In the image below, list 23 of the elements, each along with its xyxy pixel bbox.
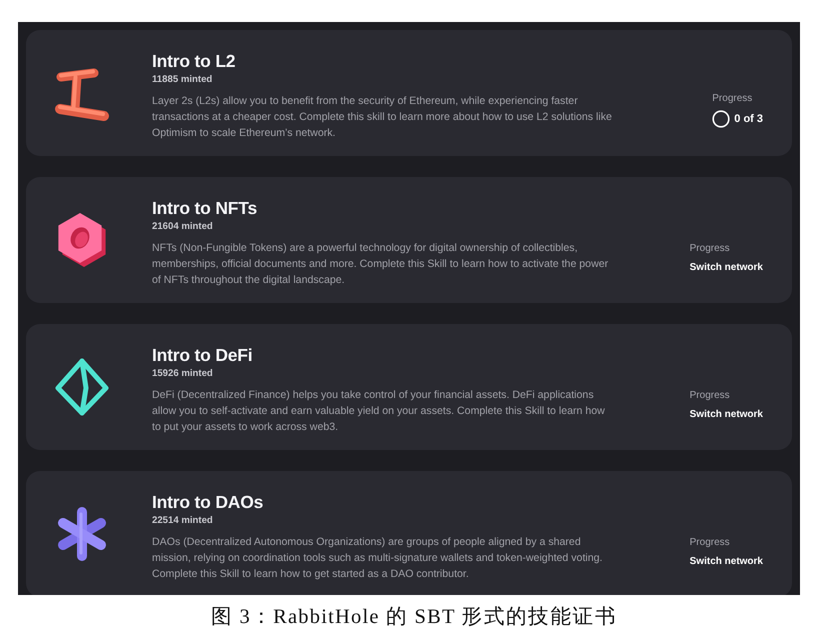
- minted-count: 22514 minted: [152, 514, 213, 528]
- octahedron-icon: [54, 358, 110, 416]
- minted-count: 21604 minted: [152, 220, 213, 234]
- switch-network-link[interactable]: Switch network: [690, 555, 763, 569]
- skill-description: NFTs (Non-Fungible Tokens) are a powerful technology for digital ownership of collectibles, memberships, official documents and more. Complete this Skill to learn how to activate the power of NFTs throughout the digital landscape.: [152, 241, 610, 288]
- progress-count: 0 of 3: [734, 112, 763, 126]
- switch-network-link[interactable]: Switch network: [690, 261, 763, 275]
- skill-title: Intro to DeFi: [152, 344, 252, 366]
- skill-description: DeFi (Decentralized Finance) helps you take control of your financial assets. DeFi applications allow you to self-activate and earn valuable yield on your assets. Complete this Skill to learn how to put your assets to work across web3.: [152, 388, 606, 435]
- switch-network-link[interactable]: Switch network: [690, 408, 763, 422]
- progress-label: Progress: [690, 536, 730, 550]
- circle-icon: [712, 110, 730, 128]
- progress-label: Progress: [690, 242, 730, 256]
- skill-description: DAOs (Decentralized Autonomous Organizations) are groups of people aligned by a shared mission, relying on coordination tools such as multi-signature wallets and token-weighted voting. Complete this Skill to learn how to get started as a DAO contributor.: [152, 535, 604, 582]
- skill-title: Intro to NFTs: [152, 197, 257, 219]
- skill-title: Intro to DAOs: [152, 491, 264, 513]
- skill-title: Intro to L2: [152, 50, 236, 72]
- progress-label: Progress: [690, 389, 730, 403]
- figure-caption: 图 3：RabbitHole 的 SBT 形式的技能证书: [210, 606, 618, 628]
- minted-count: 11885 minted: [152, 73, 212, 87]
- skill-description: Layer 2s (L2s) allow you to benefit from the security of Ethereum, while experiencing faster transactions at a cheaper cost. Complete this skill to learn more about how to use L2 solutions like Optimism to scale Ethereum’s network.: [152, 94, 613, 141]
- minted-count: 15926 minted: [152, 367, 213, 381]
- progress-label: Progress: [712, 92, 752, 106]
